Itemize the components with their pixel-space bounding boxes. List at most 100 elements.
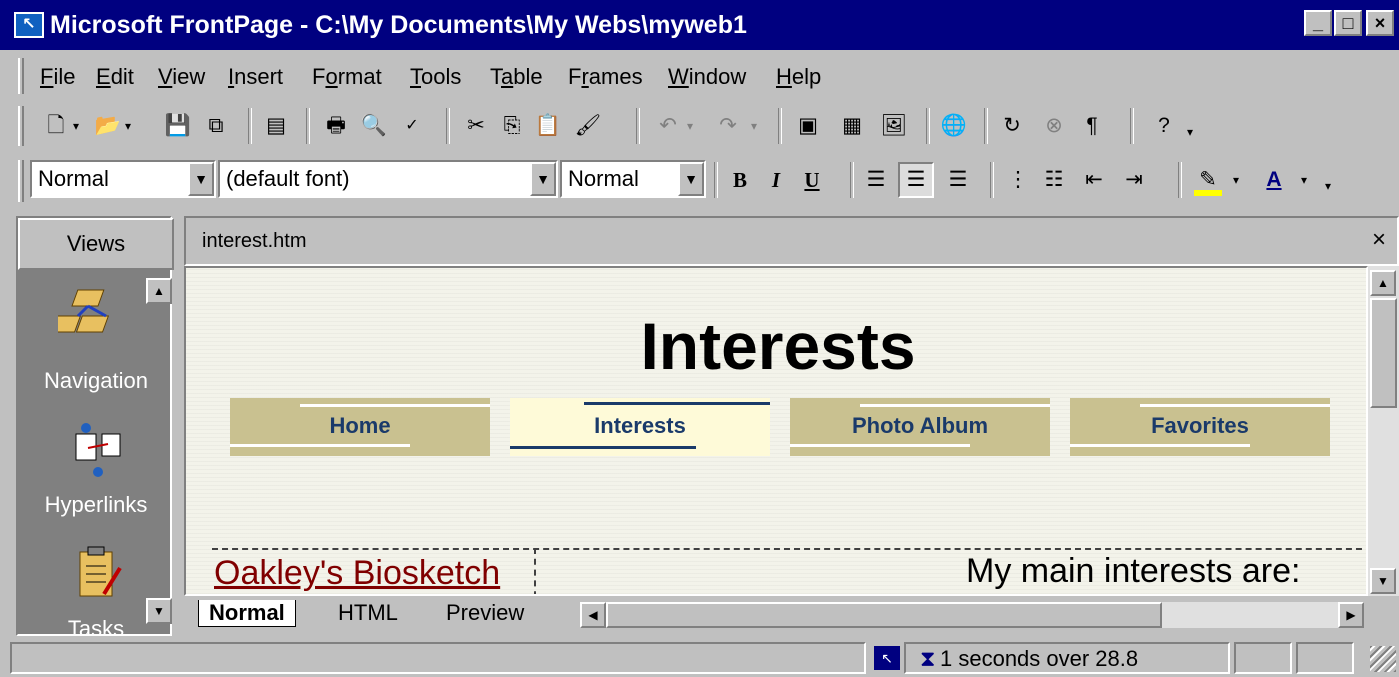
menu-file[interactable]: File — [40, 64, 75, 90]
bold-button[interactable]: B — [722, 162, 758, 198]
folder-list-icon[interactable]: ▤ — [258, 108, 294, 144]
copy-icon[interactable]: ⎘ — [494, 108, 530, 144]
views-scroll-down-icon[interactable]: ▼ — [146, 598, 172, 624]
font-size-select[interactable]: Normal ▼ — [560, 160, 706, 198]
toolbar-separator — [306, 108, 310, 144]
format-painter-icon[interactable]: 🖌 — [570, 108, 606, 144]
menubar-grip[interactable] — [18, 58, 24, 94]
hyperlink-icon[interactable]: 🌐 — [936, 108, 972, 144]
views-item-navigation[interactable]: Navigation — [18, 368, 170, 394]
highlight-color-icon[interactable]: ✎ — [1190, 162, 1226, 198]
font-select[interactable]: (default font) ▼ — [218, 160, 558, 198]
menu-tools[interactable]: Tools — [410, 64, 461, 90]
refresh-icon[interactable]: ↻ — [994, 108, 1030, 144]
stop-icon[interactable]: ⊗ — [1036, 108, 1072, 144]
publish-icon[interactable]: ⧉ — [198, 108, 234, 144]
cut-icon[interactable]: ✂ — [458, 108, 494, 144]
redo-icon[interactable]: ↷ — [710, 108, 746, 144]
nav-home-button[interactable]: Home — [230, 398, 490, 456]
bullets-icon[interactable]: ☷ — [1036, 162, 1072, 198]
font-size-dropdown-icon[interactable]: ▼ — [678, 162, 704, 196]
close-button[interactable]: × — [1366, 10, 1394, 36]
open-dropdown-icon[interactable]: ▾ — [118, 108, 138, 144]
nav-interests-button[interactable]: Interests — [510, 398, 770, 456]
nav-photo-album-button[interactable]: Photo Album — [790, 398, 1050, 456]
menu-insert[interactable]: Insert — [228, 64, 283, 90]
views-header[interactable]: Views — [18, 218, 174, 270]
table-border — [212, 548, 1366, 550]
insert-table-icon[interactable]: ▦ — [834, 108, 870, 144]
hyperlinks-icon[interactable] — [70, 420, 126, 480]
nav-favorites-button[interactable]: Favorites — [1070, 398, 1330, 456]
scroll-down-icon[interactable]: ▼ — [1370, 568, 1396, 594]
scroll-thumb[interactable] — [1370, 298, 1397, 408]
page-editor[interactable]: Interests Home Interests Photo Album Fav… — [184, 266, 1368, 596]
views-item-hyperlinks[interactable]: Hyperlinks — [18, 492, 170, 518]
paste-icon[interactable]: 📋 — [530, 108, 566, 144]
font-dropdown-icon[interactable]: ▼ — [530, 162, 556, 196]
menu-format[interactable]: Format — [312, 64, 382, 90]
toolbar-grip[interactable] — [18, 160, 24, 202]
highlight-dropdown-icon[interactable]: ▾ — [1226, 162, 1246, 198]
menu-help[interactable]: Help — [776, 64, 821, 90]
download-time-pane: ⧗ 1 seconds over 28.8 — [904, 642, 1230, 674]
document-tab-title[interactable]: interest.htm — [202, 230, 306, 253]
horizontal-scroll-track[interactable] — [1162, 602, 1338, 628]
decrease-indent-icon[interactable]: ⇤ — [1076, 162, 1112, 198]
help-icon[interactable]: ? — [1146, 108, 1182, 144]
preview-in-browser-icon[interactable]: 🔍 — [356, 108, 392, 144]
views-scroll-up-icon[interactable]: ▲ — [146, 278, 172, 304]
numbering-icon[interactable]: ⋮ — [1000, 162, 1036, 198]
toolbar-grip[interactable] — [18, 106, 24, 146]
show-all-icon[interactable]: ¶ — [1074, 108, 1110, 144]
print-icon[interactable]: 🖶 — [318, 108, 354, 144]
font-color-icon[interactable]: A — [1256, 162, 1292, 198]
spelling-icon[interactable]: ✓ — [394, 108, 430, 144]
maximize-button[interactable]: □ — [1334, 10, 1362, 36]
tab-normal[interactable]: Normal — [198, 600, 296, 627]
scroll-up-icon[interactable]: ▲ — [1370, 270, 1396, 296]
align-left-icon[interactable]: ☰ — [858, 162, 894, 198]
scroll-left-icon[interactable]: ◀ — [580, 602, 606, 628]
insert-picture-icon[interactable]: 🖼 — [876, 108, 912, 144]
tab-preview[interactable]: Preview — [438, 600, 532, 626]
menu-table[interactable]: Table — [490, 64, 543, 90]
style-select[interactable]: Normal ▼ — [30, 160, 216, 198]
views-list: Navigation Hyperlinks Tasks — [18, 270, 170, 634]
italic-button[interactable]: I — [758, 162, 794, 198]
font-color-dropdown-icon[interactable]: ▾ — [1294, 162, 1314, 198]
document-close-button[interactable]: × — [1372, 226, 1386, 254]
resize-grip-icon[interactable] — [1370, 646, 1396, 672]
undo-dropdown-icon[interactable]: ▾ — [680, 108, 700, 144]
menu-edit[interactable]: Edit — [96, 64, 134, 90]
frontpage-status-icon[interactable]: ↖ — [874, 646, 900, 670]
redo-dropdown-icon[interactable]: ▾ — [744, 108, 764, 144]
toolbar-separator — [990, 162, 994, 198]
align-right-icon[interactable]: ☰ — [940, 162, 976, 198]
align-center-icon[interactable]: ☰ — [898, 162, 934, 198]
navigation-icon[interactable] — [47, 284, 128, 354]
vertical-scrollbar[interactable]: ▲ ▼ — [1368, 266, 1399, 596]
menu-window[interactable]: Window — [668, 64, 746, 90]
tasks-icon[interactable] — [74, 544, 124, 604]
underline-button[interactable]: U — [794, 162, 830, 198]
menu-view[interactable]: View — [158, 64, 205, 90]
style-dropdown-icon[interactable]: ▼ — [188, 162, 214, 196]
scroll-right-icon[interactable]: ▶ — [1338, 602, 1364, 628]
font-select-value: (default font) — [226, 166, 350, 191]
biosketch-link[interactable]: Oakley's Biosketch — [214, 554, 500, 593]
minimize-button[interactable]: _ — [1304, 10, 1332, 36]
toolbar-options-icon[interactable]: ▾ — [1318, 168, 1338, 204]
increase-indent-icon[interactable]: ⇥ — [1116, 162, 1152, 198]
insert-component-icon[interactable]: ▣ — [790, 108, 826, 144]
save-icon[interactable]: 💾 — [160, 108, 196, 144]
toolbar-options-icon[interactable]: ▾ — [1180, 114, 1200, 150]
frontpage-app-icon[interactable]: ↖ — [14, 12, 44, 38]
menu-frames[interactable]: Frames — [568, 64, 643, 90]
title-bar[interactable]: ↖ Microsoft FrontPage - C:\My Documents\… — [0, 0, 1399, 50]
tab-html[interactable]: HTML — [330, 600, 406, 626]
new-dropdown-icon[interactable]: ▾ — [66, 108, 86, 144]
toolbar-separator — [1178, 162, 1182, 198]
views-bar: Views Navigation Hyperlinks Tasks ▲ ▼ — [16, 216, 174, 636]
horizontal-scroll-thumb[interactable] — [606, 602, 1162, 628]
